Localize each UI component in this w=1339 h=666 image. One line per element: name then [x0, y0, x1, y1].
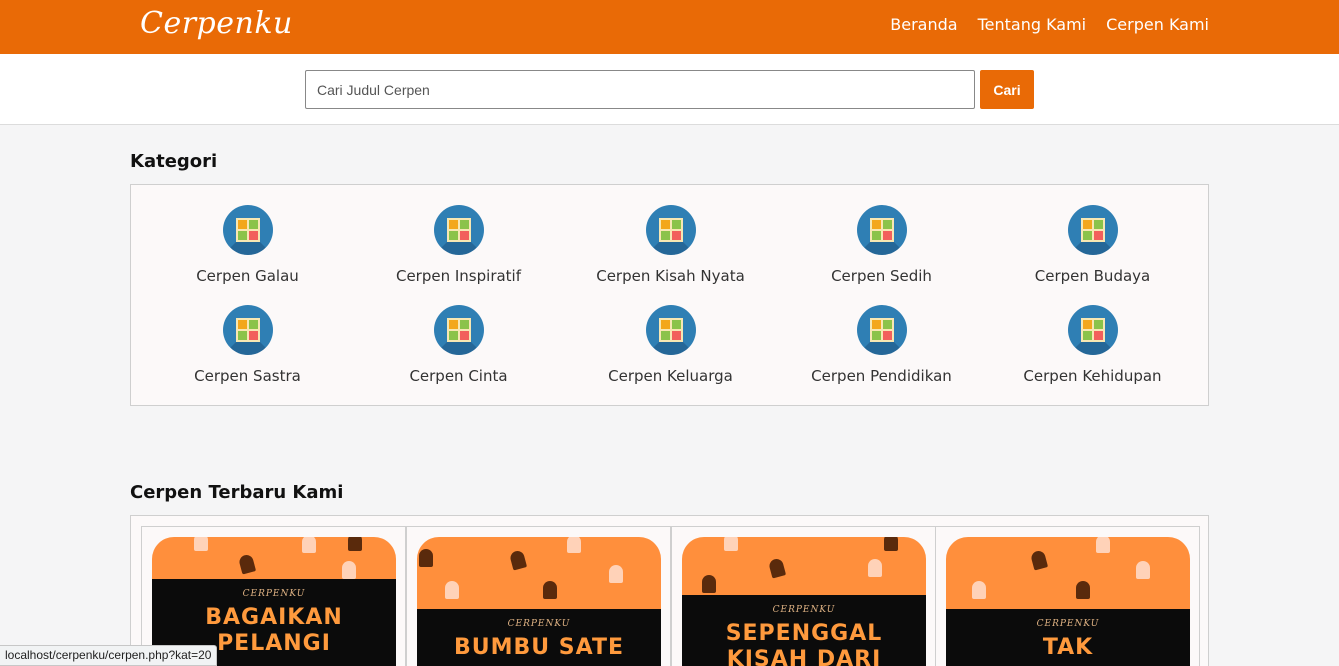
nav-link-beranda[interactable]: Beranda [890, 15, 957, 34]
brand-logo[interactable]: Cerpenku [140, 6, 293, 41]
category-grid-icon [1067, 205, 1118, 255]
category-label: Cerpen Kehidupan [1023, 367, 1162, 385]
category-item-kehidupan[interactable]: Cerpen Kehidupan [987, 305, 1198, 385]
nav-link-tentang-kami[interactable]: Tentang Kami [978, 15, 1087, 34]
category-grid-icon [433, 205, 484, 255]
navbar: Cerpenku Beranda Tentang Kami Cerpen Kam… [0, 0, 1339, 54]
category-item-sedih[interactable]: Cerpen Sedih [776, 205, 987, 285]
search-input[interactable] [305, 70, 975, 109]
category-grid-icon [1067, 305, 1118, 355]
category-grid-icon [645, 205, 696, 255]
cover-title: TAK [1042, 635, 1094, 660]
category-grid-icon [645, 305, 696, 355]
category-item-pendidikan[interactable]: Cerpen Pendidikan [776, 305, 987, 385]
cover-brand: CERPENKU [242, 589, 306, 599]
story-cover[interactable]: CERPENKU SEPENGGAL KISAH DARI [682, 537, 926, 666]
story-cover[interactable]: CERPENKU BUMBU SATE [417, 537, 661, 666]
cover-title: SEPENGGAL KISAH DARI [725, 621, 883, 666]
category-item-sastra[interactable]: Cerpen Sastra [142, 305, 353, 385]
category-label: Cerpen Sastra [194, 367, 301, 385]
kategori-title: Kategori [130, 151, 218, 172]
category-label: Cerpen Inspiratif [395, 267, 522, 285]
category-label: Cerpen Budaya [1034, 267, 1151, 285]
cover-brand: CERPENKU [507, 619, 571, 629]
kategori-grid: Cerpen Galau Cerpen Inspiratif Cerpen Ki… [130, 184, 1209, 406]
search-button[interactable]: Cari [980, 70, 1034, 109]
category-item-budaya[interactable]: Cerpen Budaya [987, 205, 1198, 285]
category-item-inspiratif[interactable]: Cerpen Inspiratif [353, 205, 564, 285]
status-bar-url: localhost/cerpenku/cerpen.php?kat=20 [0, 645, 218, 666]
terbaru-title: Cerpen Terbaru Kami [130, 482, 344, 503]
category-item-keluarga[interactable]: Cerpen Keluarga [565, 305, 776, 385]
category-label: Cerpen Pendidikan [811, 367, 952, 385]
category-label: Cerpen Keluarga [608, 367, 733, 385]
nav-links: Beranda Tentang Kami Cerpen Kami [890, 15, 1209, 34]
category-grid-icon [222, 305, 273, 355]
category-grid-icon [433, 305, 484, 355]
category-item-galau[interactable]: Cerpen Galau [142, 205, 353, 285]
category-grid-icon [856, 305, 907, 355]
category-item-kisah-nyata[interactable]: Cerpen Kisah Nyata [565, 205, 776, 285]
story-card[interactable]: CERPENKU TAK [935, 526, 1200, 666]
cover-brand: CERPENKU [1036, 619, 1100, 629]
category-grid-icon [856, 205, 907, 255]
category-label: Cerpen Galau [196, 267, 299, 285]
category-label: Cerpen Sedih [831, 267, 932, 285]
terbaru-list: CERPENKU BAGAIKAN PELANGI CERPENKU BUMBU… [130, 515, 1209, 666]
nav-link-cerpen-kami[interactable]: Cerpen Kami [1106, 15, 1209, 34]
category-grid-icon [222, 205, 273, 255]
cover-title: BUMBU SATE [453, 635, 624, 660]
category-label: Cerpen Kisah Nyata [596, 267, 745, 285]
story-card[interactable]: CERPENKU SEPENGGAL KISAH DARI [671, 526, 936, 666]
story-card[interactable]: CERPENKU BUMBU SATE [406, 526, 671, 666]
cover-brand: CERPENKU [772, 605, 836, 615]
story-cover[interactable]: CERPENKU TAK [946, 537, 1190, 666]
category-label: Cerpen Cinta [409, 367, 508, 385]
category-item-cinta[interactable]: Cerpen Cinta [353, 305, 564, 385]
search-bar: Cari [0, 54, 1339, 125]
